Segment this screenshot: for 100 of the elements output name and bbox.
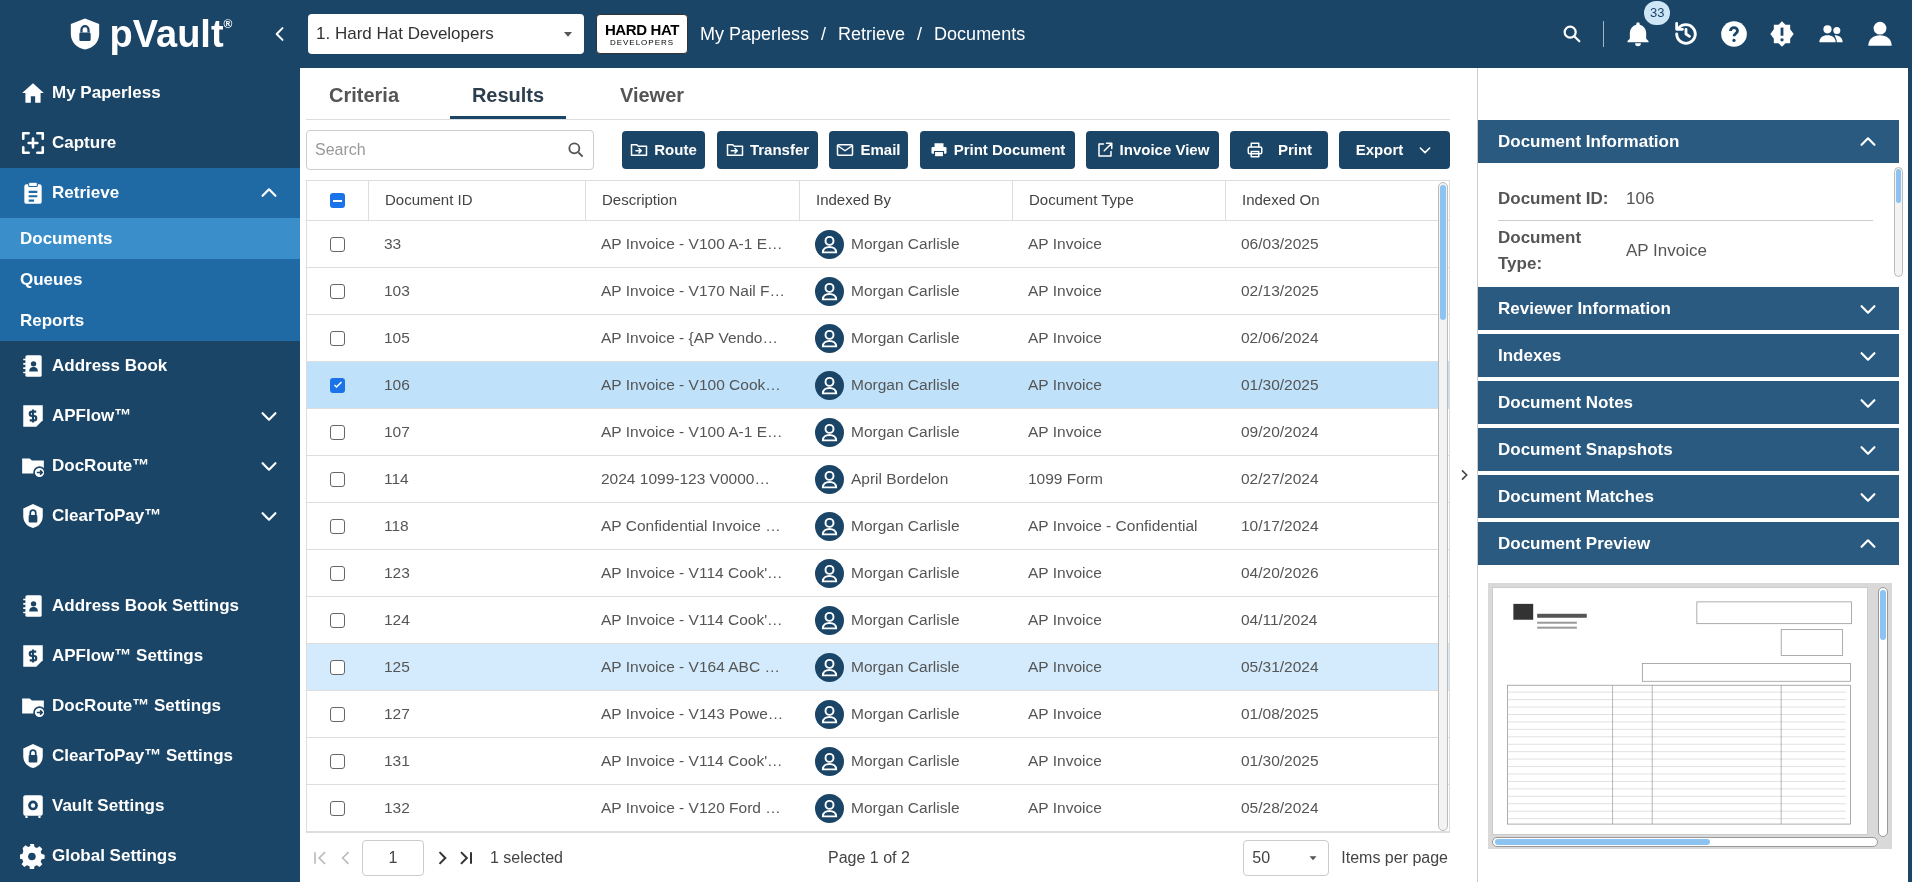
scrollbar[interactable] [1492,837,1878,847]
section-header[interactable]: Document Preview [1478,522,1899,565]
row-checkbox[interactable] [330,565,345,581]
user-profile-icon[interactable] [1866,19,1894,49]
page-info: Page 1 of 2 [828,847,910,868]
breadcrumb-separator: / [917,22,923,46]
sidebar-subitem[interactable]: Reports [0,300,300,341]
table-cell-text: 124 [383,610,411,631]
toolbar-button[interactable]: Transfer [717,131,818,169]
table-cell-text: Morgan Carlisle [851,375,960,396]
items-per-page-label: Items per page [1341,847,1448,868]
avatar-icon [815,511,844,541]
avatar-icon [815,323,844,353]
search-icon[interactable] [566,140,586,160]
company-logo: HARD HAT DEVELOPERS [596,14,688,54]
toolbar-button[interactable]: Export [1339,131,1450,169]
toolbar-button[interactable]: Route [622,131,705,169]
breadcrumb-link[interactable]: Documents [934,20,1026,48]
sidebar-subitem[interactable]: Queues [0,259,300,300]
tab[interactable]: Viewer [596,73,708,119]
table-cell-text: AP Invoice [1027,657,1103,678]
table-cell-text: 132 [383,798,411,819]
column-header[interactable]: Document Type [1012,181,1225,220]
row-checkbox[interactable] [330,753,345,769]
avatar-icon [815,746,844,776]
table-cell-text: AP Invoice [1027,751,1103,772]
breadcrumb-link[interactable]: My Paperless [700,20,810,48]
search-icon[interactable] [1561,23,1583,45]
printer-icon [1245,141,1264,159]
scrollbar[interactable] [1894,167,1903,277]
avatar-icon [815,417,844,447]
toolbar-button[interactable]: Invoice View [1086,131,1219,169]
help-icon[interactable] [1720,20,1748,48]
table-cell-text: 2024 1099-123 V0000… [600,469,771,490]
table-cell-text: AP Invoice [1027,281,1103,302]
history-icon[interactable] [1672,20,1700,48]
row-checkbox[interactable] [330,424,345,440]
table-cell-text: AP Invoice [1027,422,1103,443]
toolbar-button[interactable]: Email [829,131,908,169]
check-icon [331,379,344,391]
column-header[interactable]: Indexed By [799,181,1012,220]
section-header[interactable]: Document Information [1478,120,1899,163]
column-header[interactable]: Document ID [368,181,585,220]
table-cell-text: 106 [383,375,411,396]
table-cell-text: 01/30/2025 [1240,375,1320,396]
table-row[interactable]: 125 AP Invoice - V164 ABC … Morgan Carlisle AP Invoice 05/31/2024 [307,644,1449,691]
table-cell-text: 06/03/2025 [1240,234,1320,255]
table-cell-text: AP Invoice - V100 Cook… [600,375,782,396]
section-header[interactable]: Document Notes [1478,381,1899,424]
select-all-checkbox[interactable] [330,193,345,208]
row-checkbox[interactable] [330,659,345,675]
section-header[interactable]: Document Snapshots [1478,428,1899,471]
avatar-icon [815,793,844,823]
envelope-icon [836,141,855,159]
scrollbar[interactable] [1438,182,1448,831]
column-header[interactable]: Description [585,181,799,220]
table-cell-text: 125 [383,657,411,678]
table-cell-text: 02/27/2024 [1240,469,1320,490]
search-field[interactable]: Search [306,130,594,170]
shield-lock-icon [20,503,46,529]
tab[interactable]: Results [450,73,566,119]
section-header[interactable]: Document Matches [1478,475,1899,518]
table-cell-text: 02/13/2025 [1240,281,1320,302]
table-cell-text: AP Invoice - V100 A-1 E… [600,234,784,255]
table-cell-text: 04/11/2024 [1240,610,1319,631]
tab[interactable]: Criteria [308,73,420,119]
sidebar-item[interactable]: Retrieve [0,168,300,218]
row-checkbox[interactable] [330,283,345,299]
toolbar-button[interactable]: Print [1230,131,1328,169]
page-number-field[interactable]: 1 [362,839,424,876]
row-checkbox[interactable] [330,518,345,534]
table-cell-text: AP Invoice - V114 Cook'… [600,610,784,631]
breadcrumb-link[interactable]: Retrieve [838,20,906,48]
sidebar-subitem[interactable]: Documents [0,218,300,259]
alert-badge-icon[interactable] [1768,20,1796,48]
scrollbar[interactable] [1878,587,1888,837]
avatar-icon [815,370,844,400]
folder-arrow-icon [725,141,744,159]
table-cell-text: 09/20/2024 [1240,422,1320,443]
section-header[interactable]: Reviewer Information [1478,287,1899,330]
gear-icon [20,843,46,869]
toolbar-button[interactable]: Print Document [920,131,1075,169]
row-checkbox[interactable] [330,800,345,816]
breadcrumb-separator: / [821,22,827,46]
row-checkbox[interactable] [330,706,345,722]
row-checkbox[interactable] [330,612,345,628]
table-cell-text: AP Invoice - V100 A-1 E… [600,422,784,443]
row-checkbox[interactable] [330,236,345,252]
table-cell-text: AP Confidential Invoice … [600,516,782,537]
row-checkbox[interactable] [330,471,345,487]
avatar-icon [815,699,844,729]
table-row[interactable]: 106 AP Invoice - V100 Cook… Morgan Carlisle AP Invoice 01/30/2025 [307,362,1449,409]
table-cell-text: 105 [383,328,411,349]
items-per-page-select[interactable]: 50 [1243,839,1330,876]
row-checkbox[interactable] [330,377,345,393]
table-cell-text: 127 [383,704,411,725]
avatar-icon [815,558,844,588]
row-checkbox[interactable] [330,330,345,346]
section-header[interactable]: Indexes [1478,334,1899,377]
company-select[interactable]: 1. Hard Hat Developers [308,14,584,54]
